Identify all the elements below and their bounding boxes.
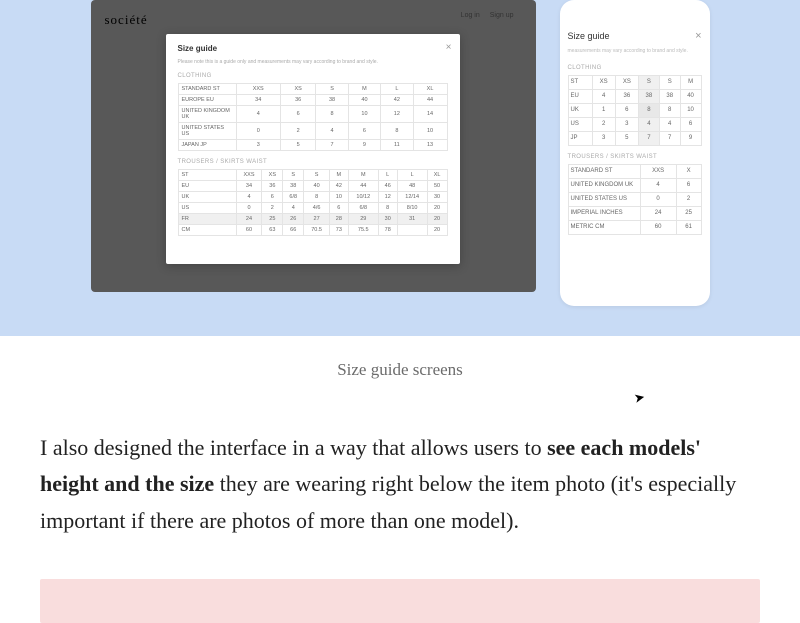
- next-figure-panel: [40, 579, 760, 623]
- section-clothing: CLOTHING: [178, 73, 448, 79]
- mobile-note: measurements may vary according to brand…: [568, 48, 702, 55]
- modal-note: Please note this is a guide only and mea…: [178, 59, 448, 65]
- close-icon[interactable]: ×: [446, 42, 452, 53]
- login-link[interactable]: Log in: [461, 12, 480, 19]
- mobile-title: Size guide: [568, 31, 610, 41]
- close-icon[interactable]: ×: [695, 30, 701, 42]
- waist-table: STXXSXSSSMMLLXLEU343638404244464850UK466…: [178, 169, 448, 236]
- m-section-clothing: CLOTHING: [568, 65, 702, 71]
- modal-title: Size guide: [178, 44, 448, 53]
- figure-caption: Size guide screens: [0, 360, 800, 380]
- desktop-mock: société Log in Sign up × Size guide Plea…: [91, 0, 536, 292]
- m-waist-table: STANDARD STXXSXUNITED KINGDOM UK46UNITED…: [568, 164, 702, 235]
- top-nav: Log in Sign up: [461, 12, 514, 19]
- clothing-table: STANDARD STXXSXSSMLXLEUROPE EU3436384042…: [178, 83, 448, 151]
- p-text: I also designed the interface in a way t…: [40, 435, 547, 460]
- section-waist: TROUSERS / SKIRTS WAIST: [178, 159, 448, 165]
- m-section-waist: TROUSERS / SKIRTS WAIST: [568, 154, 702, 160]
- cursor-icon: ➤: [632, 389, 646, 407]
- size-guide-modal: × Size guide Please note this is a guide…: [166, 34, 460, 264]
- hero-panel: société Log in Sign up × Size guide Plea…: [0, 0, 800, 336]
- signup-link[interactable]: Sign up: [490, 12, 514, 19]
- mobile-mock: Size guide × measurements may vary accor…: [560, 0, 710, 306]
- body-paragraph: I also designed the interface in a way t…: [0, 430, 800, 539]
- m-clothing-table: STXSXSSSMEU436383840UK168810US23446JP357…: [568, 75, 702, 146]
- brand-logo: société: [105, 12, 522, 28]
